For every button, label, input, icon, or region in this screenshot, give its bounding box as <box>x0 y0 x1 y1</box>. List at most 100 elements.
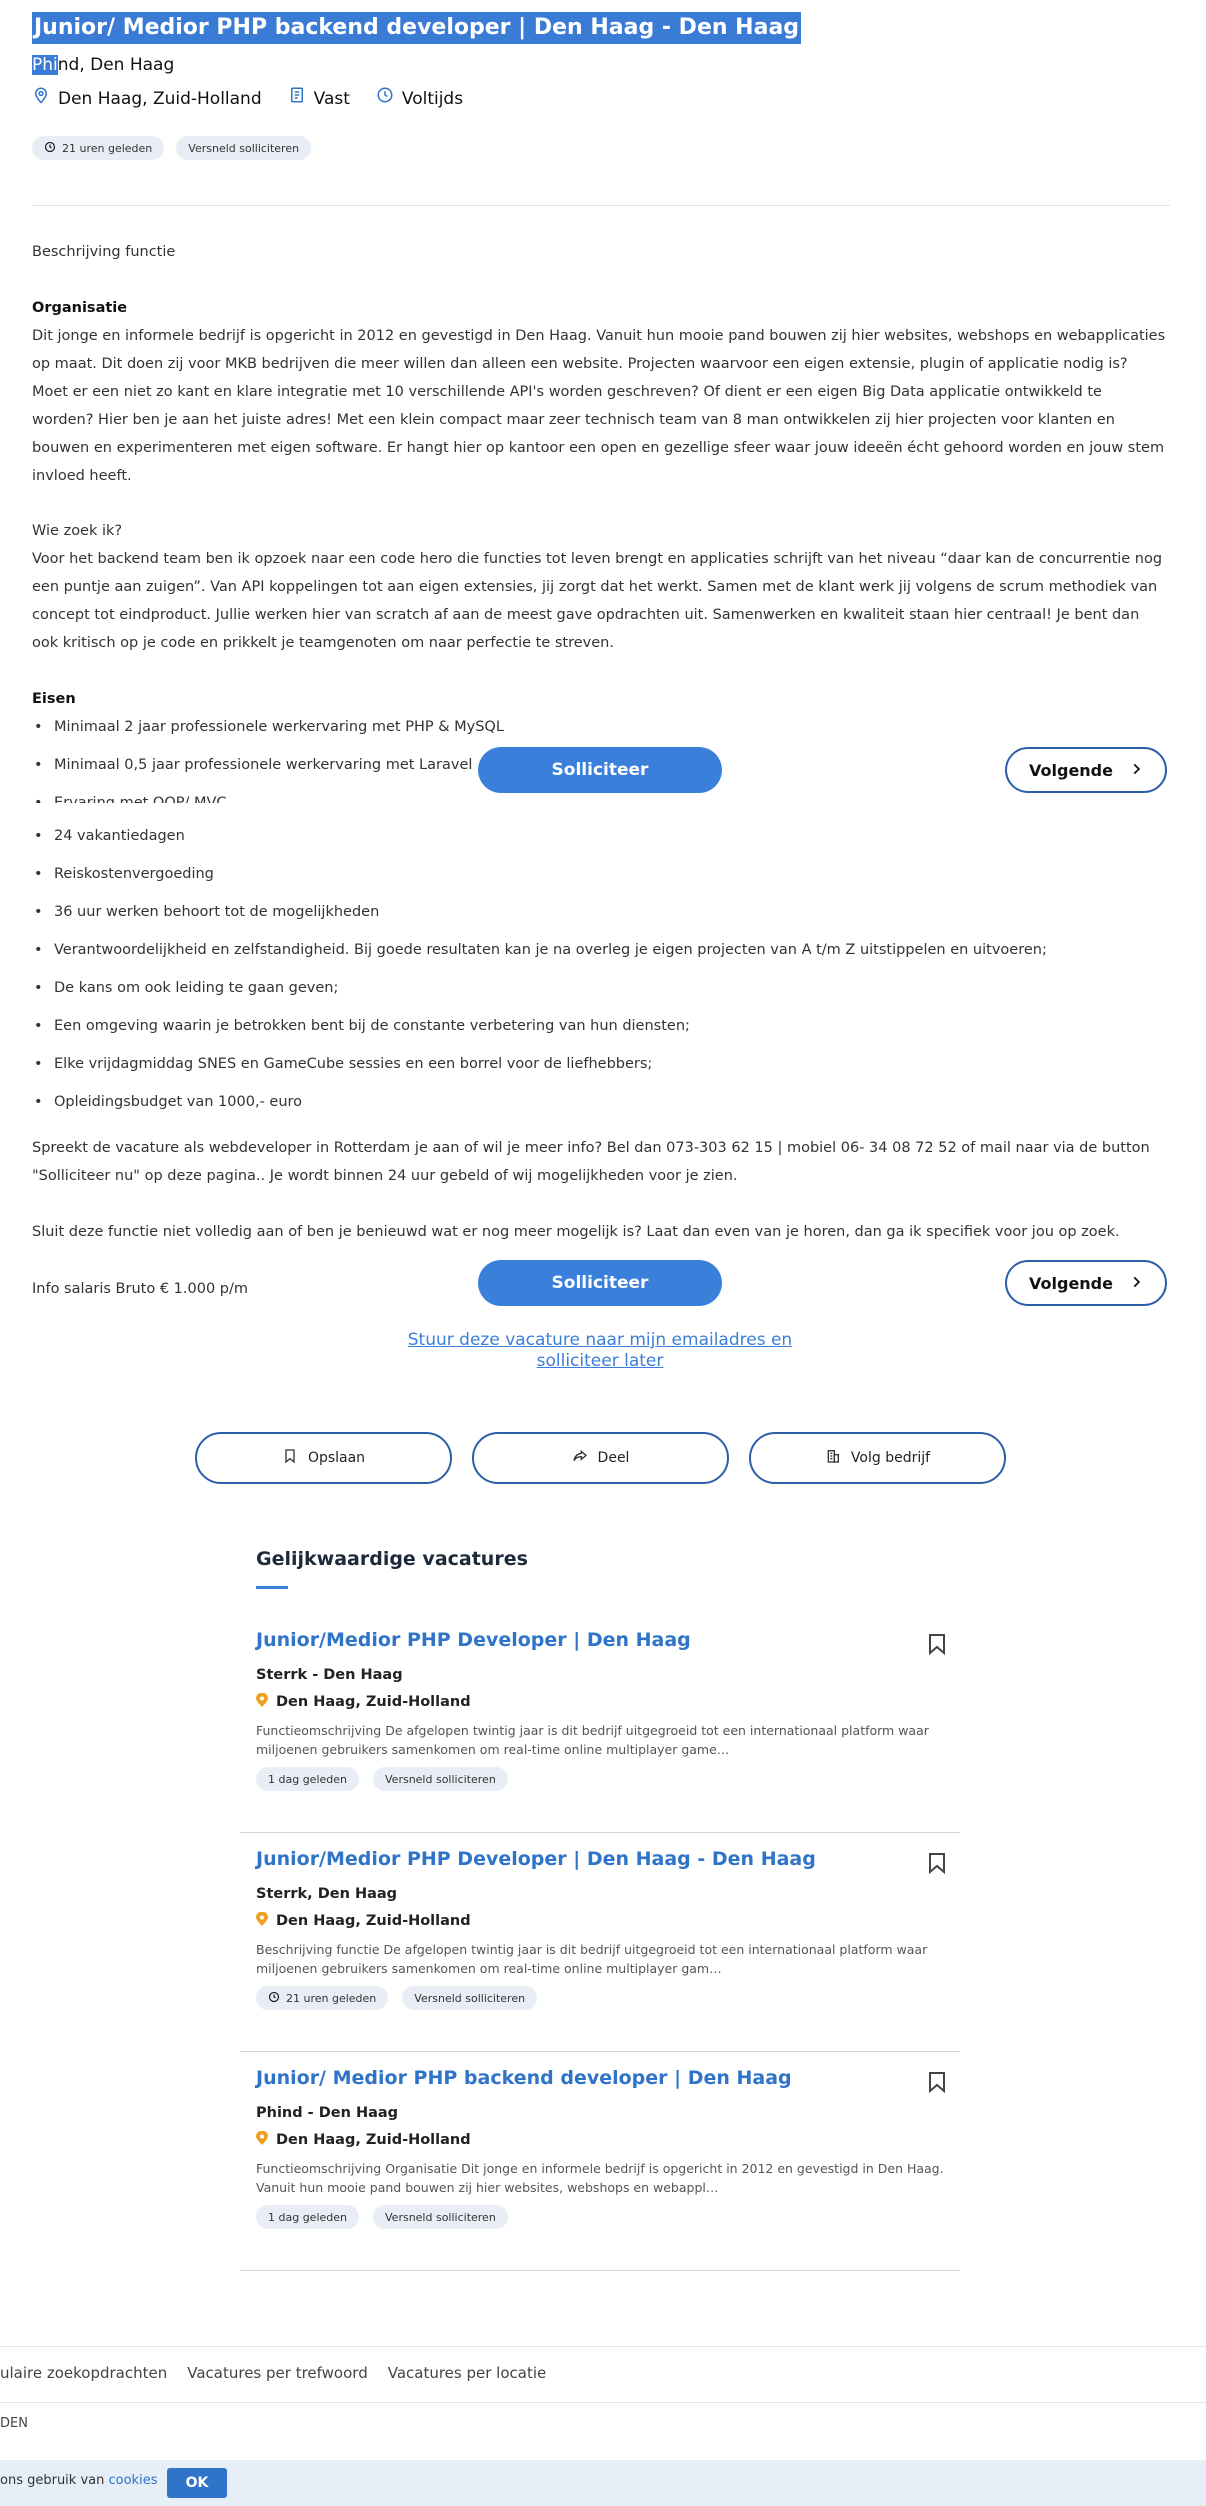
quick-apply-chip: Versneld solliciteren <box>402 1986 538 2010</box>
follow-button-label: Volg bedrijf <box>850 1450 931 1466</box>
quick-apply-chip-label: Versneld solliciteren <box>385 1772 496 1786</box>
email-vacancy-link[interactable]: Stuur deze vacature naar mijn emailadres… <box>370 1330 830 1372</box>
similar-heading: Gelijkwaardige vacatures <box>256 1548 528 1570</box>
who-text: Voor het backend team ben ik opzoek naar… <box>32 551 1163 651</box>
bookmark-icon <box>282 1448 298 1468</box>
requirements-heading: Eisen <box>32 685 1166 713</box>
card-title[interactable]: Junior/ Medior PHP backend developer | D… <box>256 2067 792 2089</box>
posted-chip: 1 dag geleden <box>256 2205 359 2229</box>
posted-chip: 21 uren geleden <box>32 136 165 160</box>
location-pin-icon <box>256 1692 268 1711</box>
posted-chip-label: 1 dag geleden <box>268 1772 347 1786</box>
next-button-label: Volgende <box>1029 1273 1113 1293</box>
contact-text: Spreekt de vacature als webdeveloper in … <box>32 1140 1150 1184</box>
footer-link-keyword[interactable]: Vacatures per trefwoord <box>187 2364 367 2382</box>
similar-card[interactable]: Junior/ Medior PHP backend developer | D… <box>240 2053 960 2271</box>
quick-apply-chip-label: Versneld solliciteren <box>414 1991 526 2005</box>
location-meta: Den Haag, Zuid-Holland <box>32 86 262 111</box>
cookie-prefix: ons gebruik van <box>0 2473 109 2488</box>
job-title: Junior/ Medior PHP backend developer | D… <box>32 12 802 44</box>
quick-apply-chip: Versneld solliciteren <box>373 1767 508 1791</box>
card-chips: 1 dag geleden Versneld solliciteren <box>256 2205 508 2229</box>
hours-meta: Voltijds <box>376 86 463 111</box>
chevron-right-icon <box>1129 1274 1143 1293</box>
cookie-link[interactable]: cookies <box>109 2473 158 2488</box>
footer-divider <box>0 2402 1206 2403</box>
list-item: Reiskostenvergoeding <box>32 862 1166 900</box>
posted-chip-label: 21 uren geleden <box>62 141 153 155</box>
card-location-text: Den Haag, Zuid-Holland <box>276 2132 471 2148</box>
cookie-bar: ons gebruik van cookies OK <box>0 2460 1206 2506</box>
quick-apply-chip-label: Versneld solliciteren <box>188 141 300 155</box>
benefits-list: 24 vakantiedagen Reiskostenvergoeding 36… <box>32 824 1166 1128</box>
list-item: 36 uur werken behoort tot de mogelijkhed… <box>32 900 1166 938</box>
header-divider <box>32 205 1170 206</box>
card-description: Beschrijving functie De afgelopen twinti… <box>256 1942 928 1976</box>
footer-den[interactable]: DEN <box>0 2416 28 2431</box>
card-chips: 1 dag geleden Versneld solliciteren <box>256 1767 508 1791</box>
posted-chip: 21 uren geleden <box>256 1986 389 2010</box>
posted-chip-label: 21 uren geleden <box>286 1991 377 2005</box>
bookmark-icon[interactable] <box>928 2071 946 2094</box>
save-button[interactable]: Opslaan <box>195 1432 452 1484</box>
card-location: Den Haag, Zuid-Holland <box>256 2130 471 2149</box>
job-chips: 21 uren geleden Versneld solliciteren <box>32 136 312 160</box>
card-location: Den Haag, Zuid-Holland <box>256 1911 471 1930</box>
quick-apply-chip-label: Versneld solliciteren <box>385 2210 496 2224</box>
quick-apply-chip: Versneld solliciteren <box>176 136 312 160</box>
who-heading: Wie zoek ik? <box>32 523 123 539</box>
list-item: Verantwoordelijkheid en zelfstandigheid.… <box>32 938 1166 976</box>
cookie-ok-button[interactable]: OK <box>167 2468 227 2498</box>
requirements-heading-text: Eisen <box>32 691 76 707</box>
org-heading-text: Organisatie <box>32 300 128 316</box>
save-button-label: Opslaan <box>307 1450 366 1466</box>
card-location-text: Den Haag, Zuid-Holland <box>276 1913 471 1929</box>
chevron-right-icon <box>1129 761 1143 780</box>
company-selected-text: Phi <box>32 55 58 75</box>
next-button[interactable]: Volgende <box>1005 747 1167 793</box>
location-pin-icon <box>256 2130 268 2149</box>
org-text: Dit jonge en informele bedrijf is opgeri… <box>32 328 1166 484</box>
card-title[interactable]: Junior/Medior PHP Developer | Den Haag <box>256 1629 691 1651</box>
company-line[interactable]: Phind, Den Haag <box>32 52 174 78</box>
list-item: Opleidingsbudget van 1000,- euro <box>32 1090 1166 1128</box>
job-actions: Opslaan Deel Volg bedrijf <box>195 1432 1006 1484</box>
similar-card[interactable]: Junior/Medior PHP Developer | Den Haag -… <box>240 1834 960 2052</box>
hours-text: Voltijds <box>401 88 464 109</box>
clock-icon <box>376 86 394 111</box>
list-item: Een omgeving waarin je betrokken bent bi… <box>32 1014 1166 1052</box>
apply-button-bottom[interactable]: Solliciteer <box>478 1260 722 1306</box>
footer-link-location[interactable]: Vacatures per locatie <box>388 2364 547 2382</box>
location-text: Den Haag, Zuid-Holland <box>58 88 262 109</box>
closing-text: Sluit deze functie niet volledig aan of … <box>32 1224 1120 1240</box>
bookmark-icon[interactable] <box>928 1633 946 1656</box>
company-rest-text: nd, Den Haag <box>57 55 175 75</box>
footer-links: ulaire zoekopdrachten Vacatures per tref… <box>0 2364 546 2382</box>
location-pin-icon <box>256 1911 268 1930</box>
card-company: Sterrk - Den Haag <box>256 1667 403 1683</box>
cookie-text: ons gebruik van cookies <box>0 2473 157 2488</box>
follow-company-button[interactable]: Volg bedrijf <box>749 1432 1006 1484</box>
list-item: Elke vrijdagmiddag SNES en GameCube sess… <box>32 1052 1166 1090</box>
similar-heading-underline <box>256 1586 288 1589</box>
clock-icon <box>44 141 56 156</box>
apply-button[interactable]: Solliciteer <box>478 747 722 793</box>
document-icon <box>288 86 306 111</box>
org-heading: Organisatie <box>32 294 1166 322</box>
bookmark-icon[interactable] <box>928 1852 946 1875</box>
footer-divider <box>0 2346 1206 2347</box>
card-company: Sterrk, Den Haag <box>256 1886 398 1902</box>
clock-icon <box>268 1991 280 2006</box>
card-description: Functieomschrijving De afgelopen twintig… <box>256 1723 929 1757</box>
next-button-label: Volgende <box>1029 760 1113 780</box>
quick-apply-chip: Versneld solliciteren <box>373 2205 508 2229</box>
card-title[interactable]: Junior/Medior PHP Developer | Den Haag -… <box>256 1848 816 1870</box>
footer-link-popular[interactable]: ulaire zoekopdrachten <box>0 2364 167 2382</box>
share-button[interactable]: Deel <box>472 1432 729 1484</box>
list-item: 24 vakantiedagen <box>32 824 1166 862</box>
card-description: Functieomschrijving Organisatie Dit jong… <box>256 2161 944 2195</box>
next-button-bottom[interactable]: Volgende <box>1005 1260 1167 1306</box>
posted-chip: 1 dag geleden <box>256 1767 359 1791</box>
contract-text: Vast <box>313 88 350 109</box>
similar-card[interactable]: Junior/Medior PHP Developer | Den Haag S… <box>240 1615 960 1833</box>
